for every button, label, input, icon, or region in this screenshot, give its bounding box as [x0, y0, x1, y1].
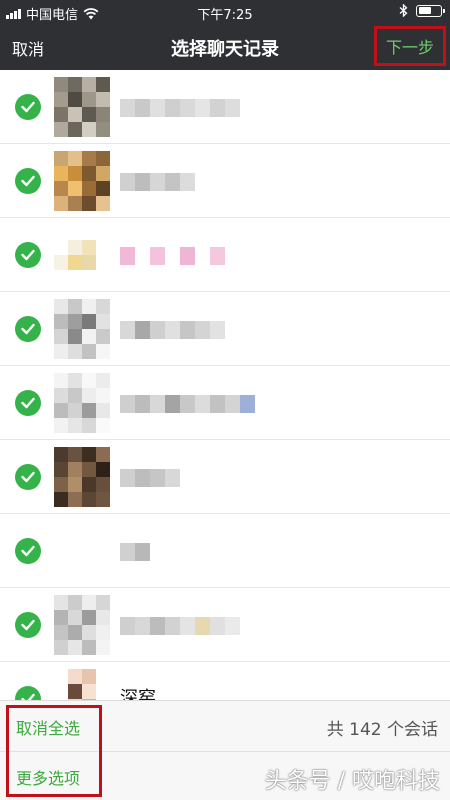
avatar [54, 595, 110, 655]
avatar [54, 225, 110, 285]
chat-name-blurred [120, 173, 195, 191]
battery-level [418, 7, 431, 14]
chat-name-blurred [120, 321, 225, 339]
watermark: 头条号 / 哎咆科技 [264, 769, 440, 794]
avatar [54, 521, 110, 581]
check-icon[interactable] [15, 168, 41, 194]
check-icon[interactable] [15, 316, 41, 342]
chat-name-blurred [120, 99, 240, 117]
chat-row[interactable] [0, 70, 450, 144]
avatar [54, 151, 110, 211]
chat-name: 深窑 [120, 688, 156, 700]
next-step-label: 下一步 [385, 38, 434, 57]
check-icon[interactable] [15, 464, 41, 490]
avatar [54, 77, 110, 137]
bottom-divider [0, 751, 450, 752]
chat-row[interactable] [0, 366, 450, 440]
check-icon[interactable] [15, 538, 41, 564]
check-icon[interactable] [15, 242, 41, 268]
avatar [54, 299, 110, 359]
bluetooth-icon [399, 4, 408, 17]
chat-row[interactable] [0, 218, 450, 292]
next-step-button[interactable]: 下一步 [374, 26, 446, 66]
chat-name-blurred [120, 395, 255, 413]
status-time: 下午7:25 [197, 8, 253, 23]
chat-row[interactable] [0, 440, 450, 514]
check-icon[interactable] [15, 390, 41, 416]
avatar [54, 447, 110, 507]
chat-row[interactable] [0, 588, 450, 662]
chat-row[interactable] [0, 292, 450, 366]
conversation-count: 共 142 个会话 [326, 720, 438, 740]
check-icon[interactable] [15, 94, 41, 120]
status-right [399, 4, 445, 17]
deselect-all-button[interactable]: 取消全选 [16, 715, 80, 739]
check-icon[interactable] [15, 686, 41, 700]
chat-name-blurred [120, 543, 150, 561]
avatar [54, 373, 110, 433]
chat-name-blurred [120, 247, 225, 265]
chat-name-blurred [120, 617, 240, 635]
chat-row[interactable] [0, 514, 450, 588]
status-bar: 中国电信 下午7:25 [0, 0, 450, 24]
chat-row[interactable] [0, 144, 450, 218]
check-icon[interactable] [15, 612, 41, 638]
chat-row[interactable]: 深窑 [0, 662, 450, 700]
bottom-bar: 取消全选 更多选项 共 142 个会话 头条号 / 哎咆科技 [0, 700, 450, 800]
more-options-button[interactable]: 更多选项 [16, 765, 80, 789]
battery-icon [416, 4, 445, 17]
chat-name-blurred [120, 469, 180, 487]
chat-list: 深窑 [0, 70, 450, 700]
avatar [54, 669, 110, 700]
nav-bar: 取消 选择聊天记录 下一步 [0, 24, 450, 70]
